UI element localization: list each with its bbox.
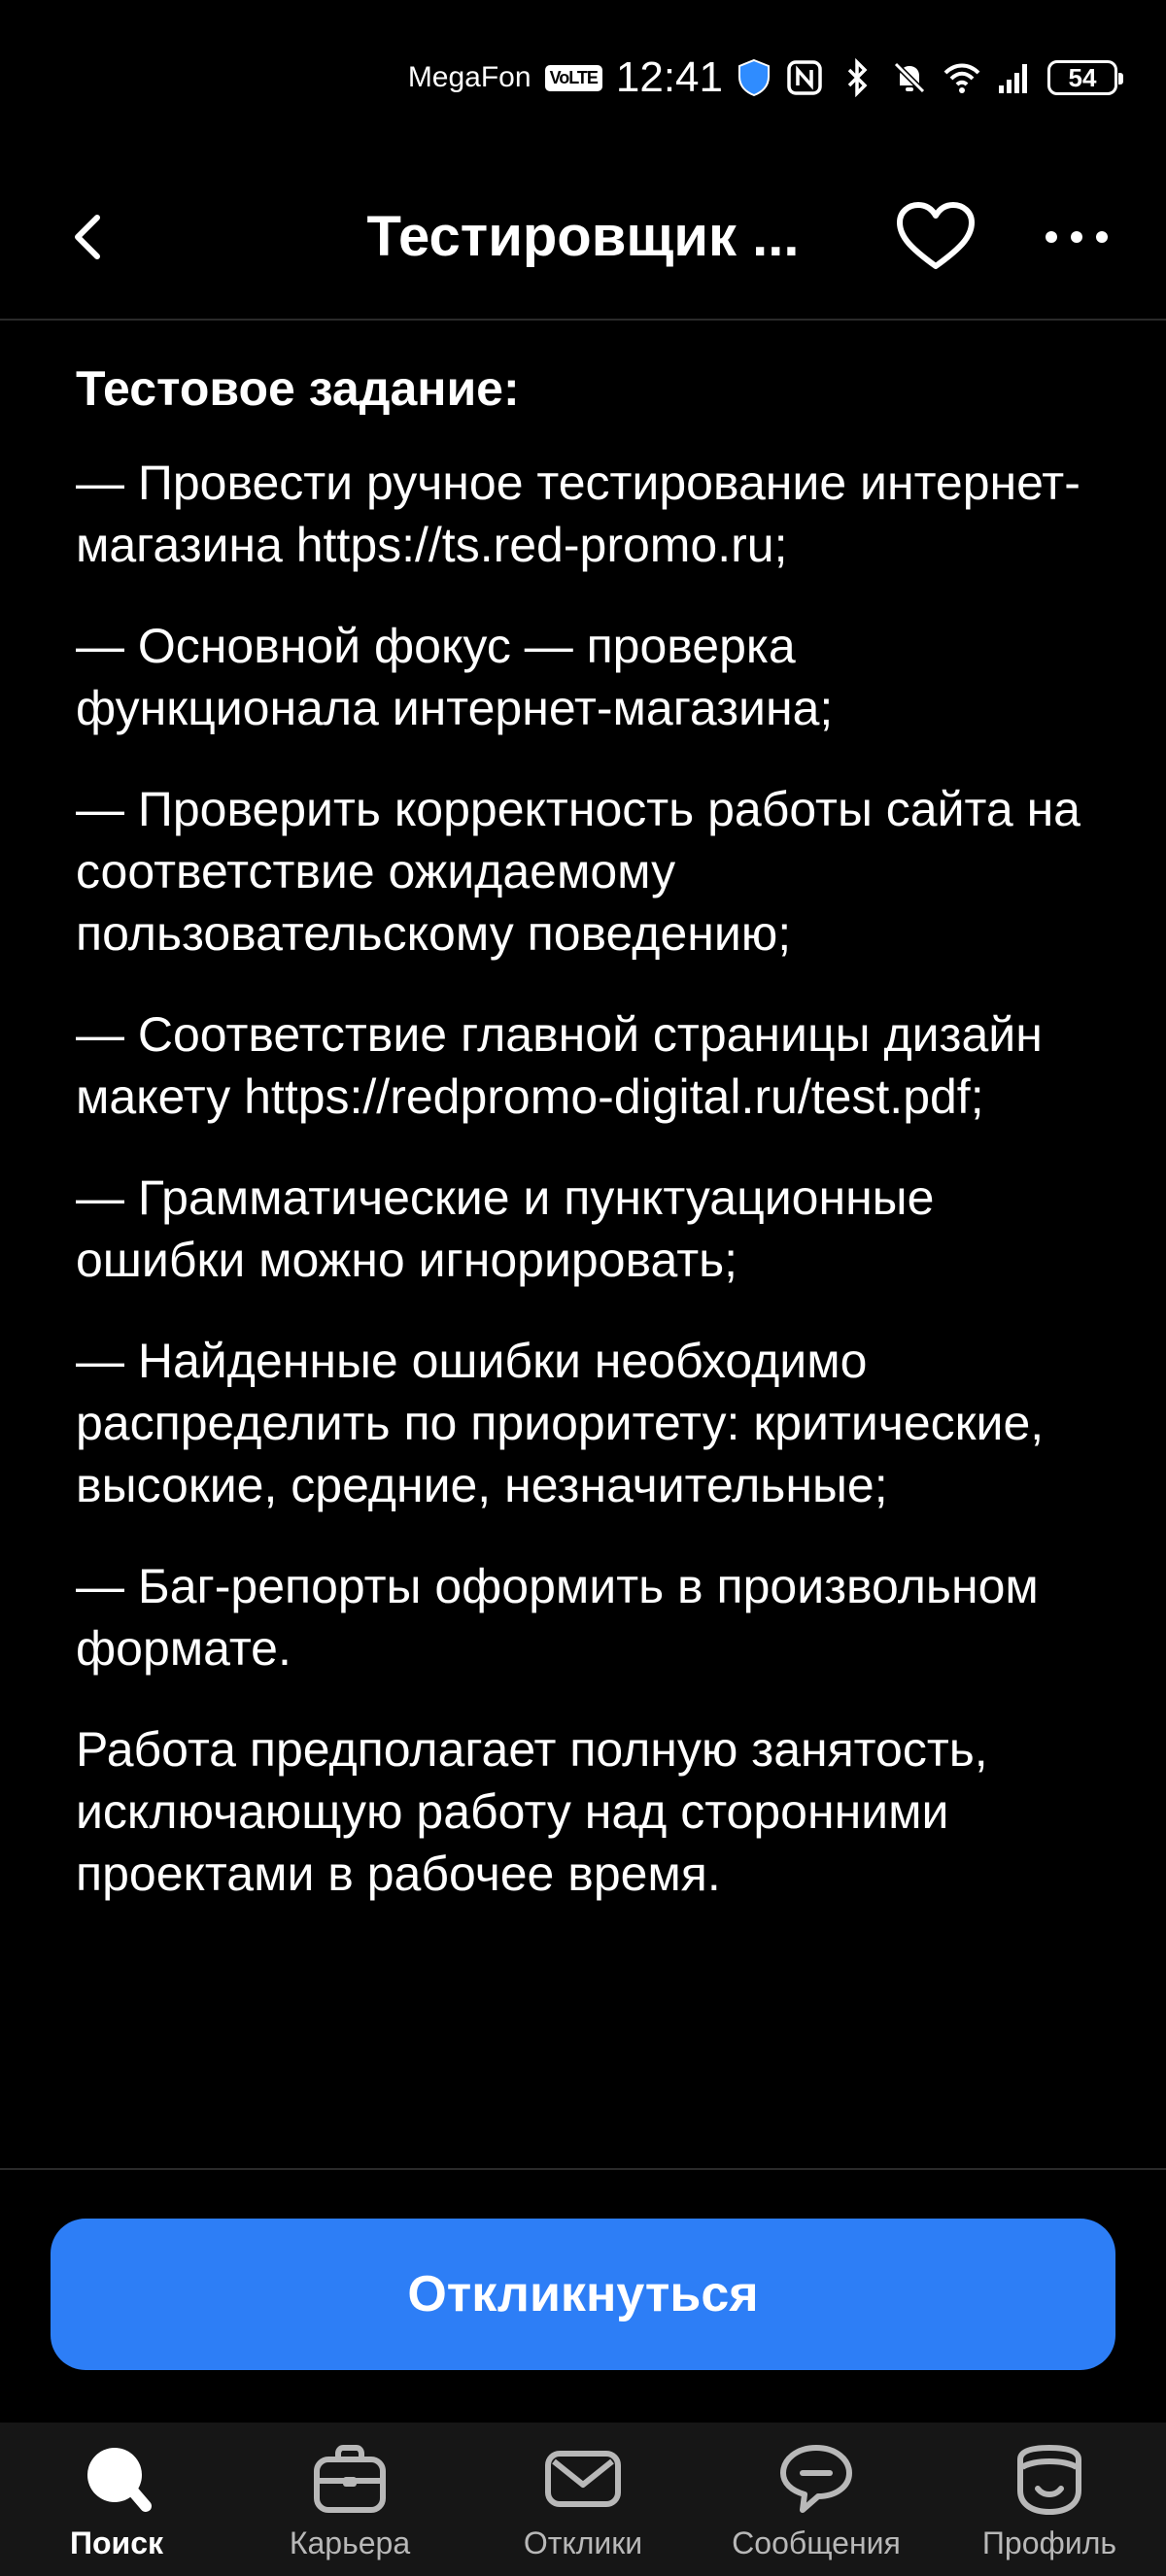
bottom-nav-profile[interactable]: Профиль: [943, 2423, 1156, 2561]
more-horizontal-icon[interactable]: [1042, 214, 1112, 260]
volte-badge: VoLTE: [544, 64, 602, 91]
bottom-nav-label: Профиль: [981, 2525, 1117, 2560]
description-paragraph: — Баг-репорты оформить в произвольном фо…: [76, 1559, 1039, 1676]
signal-icon: [999, 64, 1027, 93]
bottom-nav-responses[interactable]: Отклики: [476, 2423, 690, 2561]
description-paragraph: Работа предполагает полную занятость, ис…: [76, 1722, 988, 1901]
status-time: 12:41: [615, 53, 723, 101]
wifi-icon: [943, 63, 980, 93]
vacancy-screen: MegaFon VoLTE 12:41 54 Тестировщик ... Т…: [0, 0, 1166, 2576]
bell-muted-icon: [893, 61, 926, 94]
page-title: Тестировщик ...: [366, 205, 800, 268]
status-bar: MegaFon VoLTE 12:41 54: [0, 0, 1166, 155]
section-title: Тестовое задание:: [76, 361, 520, 416]
description-paragraph: — Соответствие главной страницы дизайн м…: [76, 1007, 1043, 1124]
bottom-nav-label: Отклики: [523, 2525, 643, 2560]
bottom-nav-messages[interactable]: Сообщения: [709, 2423, 923, 2561]
carrier-name: MegaFon: [407, 61, 532, 93]
envelope-icon: [545, 2451, 621, 2507]
description-paragraph: — Основной фокус — проверка функционала …: [76, 619, 834, 735]
nfc-icon: [787, 60, 822, 95]
top-nav-bar: Тестировщик ...: [0, 155, 1166, 321]
bottom-nav-search[interactable]: Поиск: [10, 2423, 223, 2561]
shield-icon: [738, 58, 770, 97]
description-paragraph: — Провести ручное тестирование интернет-…: [76, 456, 1080, 572]
apply-button[interactable]: Откликнуться: [51, 2219, 1115, 2370]
search-icon: [87, 2448, 152, 2512]
vacancy-description[interactable]: Тестовое задание: — Провести ручное тест…: [0, 321, 1166, 2166]
bottom-nav-label: Карьера: [289, 2525, 411, 2560]
battery-indicator: 54: [1047, 60, 1123, 95]
briefcase-icon: [314, 2445, 386, 2513]
heart-icon[interactable]: [892, 196, 979, 278]
bottom-navigation: Поиск Карьера Отклики Сообщения Профиль: [0, 2423, 1166, 2576]
profile-icon: [1017, 2444, 1081, 2516]
bottom-nav-career[interactable]: Карьера: [243, 2423, 457, 2561]
description-paragraph: — Найденные ошибки необходимо распредели…: [76, 1334, 1045, 1512]
bottom-nav-label: Сообщения: [732, 2525, 901, 2560]
description-paragraph: — Проверить корректность работы сайта на…: [76, 782, 1080, 961]
battery-level: 54: [1068, 62, 1097, 92]
bottom-nav-label: Поиск: [69, 2525, 164, 2560]
divider: [0, 2168, 1166, 2170]
bluetooth-icon: [847, 58, 868, 97]
chat-icon: [780, 2445, 852, 2513]
description-paragraph: — Грамматические и пунктуационные ошибки…: [76, 1170, 935, 1287]
